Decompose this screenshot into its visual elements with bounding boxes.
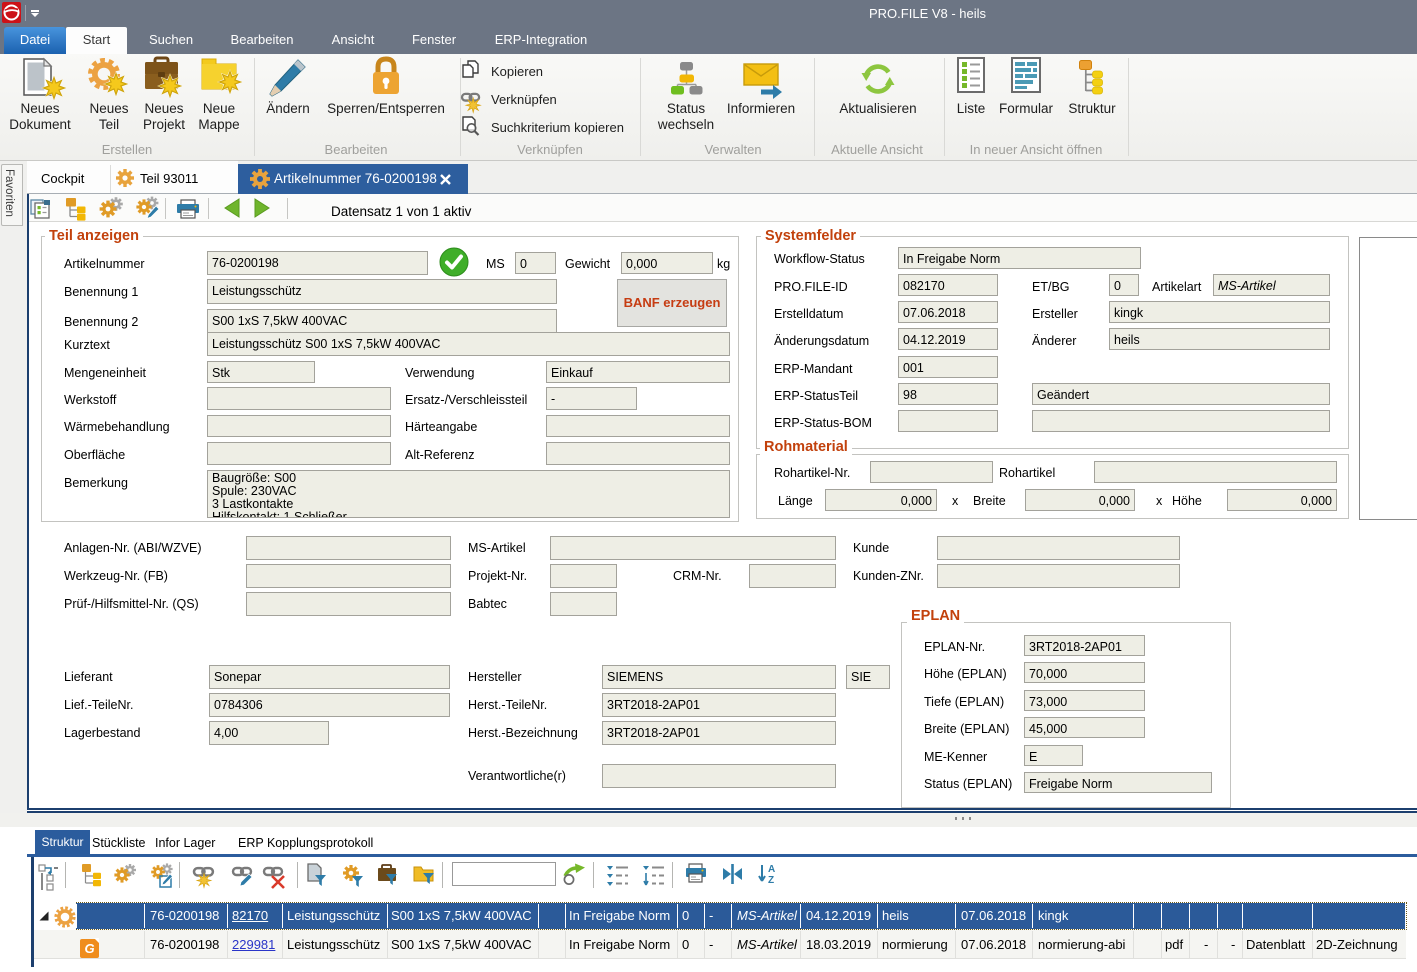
- svg-text:Z: Z: [768, 875, 774, 886]
- svg-text:A: A: [768, 864, 775, 875]
